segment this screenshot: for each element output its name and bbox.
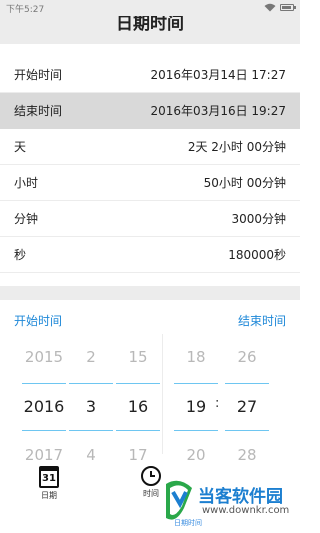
wheel-prev-value[interactable]: 26 — [225, 348, 269, 366]
wheel-selection-line — [69, 383, 113, 384]
minute-wheel[interactable]: 26 27 28 — [225, 334, 269, 464]
status-bar: 下午5:27 — [0, 0, 300, 16]
wheel-selection-line — [116, 383, 160, 384]
wheel-selection-line — [69, 430, 113, 431]
info-value: 180000秒 — [228, 248, 286, 262]
info-label: 结束时间 — [14, 104, 63, 118]
section-divider — [0, 286, 300, 300]
hour-wheel[interactable]: 18 19 20 — [174, 334, 218, 464]
battery-icon — [280, 4, 296, 11]
watermark: 当客软件园 www.downkr.com 日期时间 — [162, 478, 300, 530]
wheel-prev-value[interactable]: 18 — [174, 348, 218, 366]
info-label: 开始时间 — [14, 68, 63, 82]
wheel-prev-value[interactable]: 2 — [69, 348, 113, 366]
info-list: 开始时间 2016年03月14日 17:27 结束时间 2016年03月16日 … — [0, 57, 300, 273]
info-row-minutes: 分钟 3000分钟 — [0, 201, 300, 237]
info-label: 秒 — [14, 248, 27, 262]
wheel-prev-value[interactable]: 2015 — [22, 348, 66, 366]
wheel-selection-line — [225, 430, 269, 431]
info-label: 天 — [14, 140, 27, 154]
info-value: 2016年03月16日 19:27 — [150, 104, 286, 118]
picker-header: 开始时间 结束时间 — [0, 312, 300, 332]
end-time-tab[interactable]: 结束时间 — [238, 312, 286, 329]
page-title: 日期时间 — [116, 16, 184, 34]
info-row-end[interactable]: 结束时间 2016年03月16日 19:27 — [0, 93, 300, 129]
wheel-selection-line — [174, 383, 218, 384]
info-value: 2天 2小时 00分钟 — [187, 140, 286, 154]
wheel-current-value: 3 — [85, 397, 97, 416]
watermark-url: www.downkr.com — [202, 505, 290, 516]
day-wheel[interactable]: 15 16 17 — [116, 334, 160, 464]
info-row-days: 天 2天 2小时 00分钟 — [0, 129, 300, 165]
watermark-subtitle: 日期时间 — [174, 519, 202, 527]
info-value: 2016年03月14日 17:27 — [150, 68, 286, 82]
info-row-hours: 小时 50小时 00分钟 — [0, 165, 300, 201]
wheel-prev-value[interactable]: 15 — [116, 348, 160, 366]
info-value: 50小时 00分钟 — [203, 176, 286, 190]
watermark-title: 当客软件园 — [198, 487, 283, 507]
wheel-selection-line — [22, 383, 66, 384]
info-row-start[interactable]: 开始时间 2016年03月14日 17:27 — [0, 57, 300, 93]
time-separator: : — [215, 396, 220, 411]
wheel-current-value: 2016 — [23, 397, 65, 416]
info-row-seconds: 秒 180000秒 — [0, 237, 300, 273]
wheel-current-value: 27 — [236, 397, 258, 416]
year-wheel[interactable]: 2015 2016 2017 — [22, 334, 66, 464]
wifi-icon — [264, 3, 276, 12]
calendar-icon: 31 — [39, 466, 59, 488]
wheel-selection-line — [174, 430, 218, 431]
wheel-current-value: 16 — [127, 397, 149, 416]
date-time-wheels: 2015 2016 2017 2 3 4 15 16 17 18 19 20 2… — [0, 334, 300, 464]
info-label: 小时 — [14, 176, 39, 190]
month-wheel[interactable]: 2 3 4 — [69, 334, 113, 464]
info-label: 分钟 — [14, 212, 39, 226]
wheel-current-value: 19 — [185, 397, 207, 416]
status-icons — [264, 3, 296, 12]
title-bar: 日期时间 — [0, 16, 300, 44]
wheel-selection-line — [116, 430, 160, 431]
info-value: 3000分钟 — [231, 212, 286, 226]
wheel-selection-line — [22, 430, 66, 431]
clock-icon — [141, 466, 161, 486]
tab-date[interactable]: 31 日期 — [34, 466, 64, 501]
date-time-divider — [162, 334, 163, 454]
tab-date-label: 日期 — [41, 491, 57, 500]
start-time-tab[interactable]: 开始时间 — [14, 312, 62, 329]
status-time: 下午5:27 — [6, 5, 45, 15]
wheel-selection-line — [225, 383, 269, 384]
